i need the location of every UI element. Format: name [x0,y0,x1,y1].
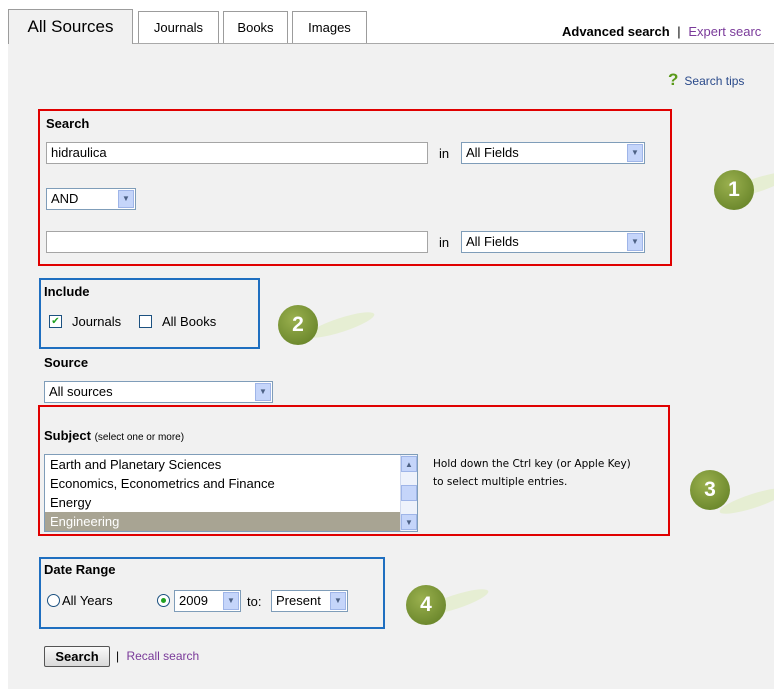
subject-note: (select one or more) [94,432,185,443]
multi-select-hint: Hold down the Ctrl key (or Apple Key) to… [433,455,673,491]
subject-listbox[interactable]: Earth and Planetary Sciences Economics, … [44,454,418,532]
tab-books[interactable]: Books [223,11,288,43]
callout-badge-2: 2 [278,305,318,345]
source-value: All sources [49,384,113,399]
search-heading: Search [46,116,90,131]
source-heading: Source [44,355,89,370]
chevron-down-icon: ▼ [627,144,643,162]
journals-checkbox-label: Journals [72,314,122,329]
include-heading: Include [44,284,90,299]
to-year-value: Present [276,593,321,608]
field-2-value: All Fields [466,234,519,249]
all-years-label: All Years [62,593,113,608]
scroll-down-icon[interactable]: ▼ [401,514,417,530]
from-year-value: 2009 [179,593,208,608]
boolean-operator-select[interactable]: AND ▼ [46,188,136,210]
date-range-heading: Date Range [44,562,116,577]
chevron-down-icon: ▼ [255,383,271,401]
search-term-2-input[interactable] [46,231,428,253]
tab-images[interactable]: Images [292,11,367,43]
subject-heading: Subject (select one or more) [44,428,184,443]
list-item-selected[interactable]: Engineering [45,512,417,531]
hint-line-1: Hold down the Ctrl key (or Apple Key) [433,458,631,470]
recall-links: | Recall search [116,649,199,663]
field-1-value: All Fields [466,145,519,160]
source-select[interactable]: All sources ▼ [44,381,273,403]
chevron-down-icon: ▼ [118,190,134,208]
advanced-search-link[interactable]: Advanced search [562,24,670,39]
list-item[interactable]: Energy [45,493,417,512]
year-range-radio[interactable] [157,594,170,607]
scroll-thumb[interactable] [401,485,417,501]
callout-badge-4: 4 [406,585,446,625]
all-books-checkbox-label: All Books [162,314,217,329]
hint-line-2: to select multiple entries. [433,476,568,488]
list-item[interactable]: Economics, Econometrics and Finance [45,474,417,493]
search-tips-link[interactable]: ? Search tips [668,70,744,90]
subject-scrollbar[interactable]: ▲ ▼ [400,455,417,531]
all-years-radio[interactable] [47,594,60,607]
field-1-select[interactable]: All Fields ▼ [461,142,645,164]
expert-search-link[interactable]: Expert searc [688,24,761,39]
tab-journals[interactable]: Journals [138,11,219,43]
chevron-down-icon: ▼ [627,233,643,251]
separator: | [116,649,120,663]
tab-label: All Sources [27,17,114,36]
all-books-checkbox[interactable] [139,315,152,328]
search-term-1-input[interactable]: hidraulica [46,142,428,164]
recall-search-link[interactable]: Recall search [126,649,199,663]
to-label: to: [247,594,262,609]
tab-label: Journals [153,20,204,35]
in-label-2: in [439,235,450,250]
chevron-down-icon: ▼ [223,592,239,610]
field-2-select[interactable]: All Fields ▼ [461,231,645,253]
journals-checkbox[interactable]: ✔ [49,315,62,328]
tab-label: Books [237,20,274,35]
chevron-down-icon: ▼ [330,592,346,610]
tab-all-sources[interactable]: All Sources [8,9,133,44]
help-icon: ? [668,70,679,89]
callout-badge-3: 3 [690,470,730,510]
separator: | [677,24,681,39]
search-tips-label: Search tips [684,74,745,88]
subject-label: Subject [44,428,91,443]
header-links: Advanced search | Expert searc [562,24,761,39]
scroll-up-icon[interactable]: ▲ [401,456,417,472]
search-button[interactable]: Search [44,646,110,667]
operator-value: AND [51,191,79,206]
in-label-1: in [439,146,450,161]
to-year-select[interactable]: Present ▼ [271,590,348,612]
tab-label: Images [308,20,351,35]
list-item[interactable]: Earth and Planetary Sciences [45,455,417,474]
from-year-select[interactable]: 2009 ▼ [174,590,241,612]
radio-selected-dot [161,598,166,603]
callout-badge-1: 1 [714,170,754,210]
